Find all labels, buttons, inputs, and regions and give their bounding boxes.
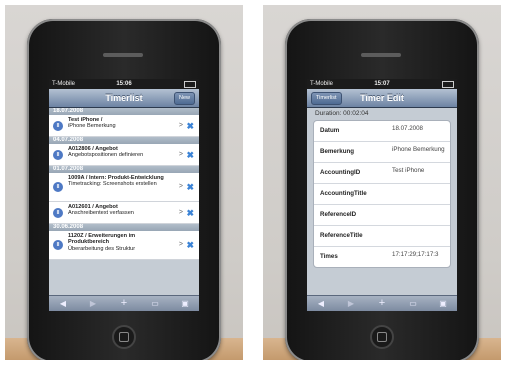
timer-text: A012806 / Angebot Angebotspositionen defi…: [68, 146, 175, 159]
timer-text: Test iPhone / iPhone Bemerkung: [68, 117, 175, 130]
timer-row[interactable]: II 1120Z / Erweiterungen im Produktbereic…: [49, 231, 199, 260]
timer-list: 18.07.2008 II Test iPhone / iPhone Bemerkun…: [49, 108, 199, 260]
back-arrow-icon[interactable]: ◀: [55, 298, 71, 309]
timer-text: 1120Z / Erweiterungen im Produktbereich Ü…: [68, 233, 175, 252]
earpiece-speaker: [103, 53, 143, 57]
field-label: Bemerkung: [320, 148, 355, 155]
timer-subtitle: iPhone Bemerkung: [68, 123, 116, 130]
chevron-right-icon[interactable]: >: [179, 209, 183, 216]
back-arrow-icon[interactable]: ◀: [313, 298, 329, 309]
screen: T-Mobile 15:06 Timerlist New 18.07.2008 I…: [49, 79, 199, 311]
duration-label: Duration: 00:02:04: [315, 110, 369, 117]
field-row[interactable]: AccountingID Test iPhone: [314, 163, 450, 184]
chevron-right-icon[interactable]: >: [179, 183, 183, 190]
timer-subtitle: Überarbeitung des Struktur: [68, 245, 136, 252]
home-button[interactable]: [112, 325, 136, 349]
field-label: ReferenceTitle: [320, 232, 363, 239]
field-value[interactable]: iPhone Bemerkung: [392, 146, 446, 153]
plus-icon[interactable]: +: [116, 298, 132, 309]
forward-arrow-icon[interactable]: ▶: [85, 298, 101, 309]
battery-icon: [442, 81, 454, 88]
timer-text: A012601 / Angebot Anschreibentext verfass…: [68, 204, 175, 217]
field-value[interactable]: 18.07.2008: [392, 125, 446, 132]
pages-icon[interactable]: ▣: [177, 298, 193, 309]
forward-arrow-icon[interactable]: ▶: [343, 298, 359, 309]
earpiece-speaker: [361, 53, 401, 57]
timer-row[interactable]: II A012806 / Angebot Angebotspositionen de…: [49, 144, 199, 166]
timer-row[interactable]: II Test iPhone / iPhone Bemerkung > ✖: [49, 115, 199, 137]
field-value[interactable]: Test iPhone: [392, 167, 446, 174]
field-row[interactable]: AccountingTitle: [314, 184, 450, 205]
section-header-date: 04.07.2008: [49, 137, 199, 144]
section-header-date: 01.07.2008: [49, 166, 199, 173]
delete-icon[interactable]: ✖: [186, 182, 194, 193]
timer-title: 1120Z / Erweiterungen im Produktbereich: [68, 233, 136, 246]
nav-bar: Timerlist New: [49, 89, 199, 108]
iphone-device: T-Mobile 15:06 Timerlist New 18.07.2008 I…: [27, 19, 221, 360]
timer-subtitle: Angebotspositionen definieren: [68, 152, 144, 159]
section-header-date: 30.06.2008: [49, 224, 199, 231]
field-row[interactable]: Times 17:17:29;17:17:3: [314, 247, 450, 267]
field-label: AccountingID: [320, 169, 361, 176]
pause-icon[interactable]: II: [53, 240, 63, 250]
field-value[interactable]: 17:17:29;17:17:3: [392, 251, 446, 258]
pause-icon[interactable]: II: [53, 182, 63, 192]
status-bar: T-Mobile 15:06: [49, 79, 199, 89]
clock: 15:07: [374, 81, 390, 87]
pause-icon[interactable]: II: [53, 120, 63, 131]
plus-icon[interactable]: +: [374, 298, 390, 309]
field-row[interactable]: Bemerkung iPhone Bemerkung: [314, 142, 450, 163]
timer-subtitle: Timetracking: Screenshots erstellen: [68, 181, 157, 188]
bookmarks-icon[interactable]: ▭: [405, 298, 421, 309]
photo-timer-edit: T-Mobile 15:07 Timerlist Timer Edit Dura…: [263, 5, 501, 360]
home-button[interactable]: [370, 325, 394, 349]
safari-toolbar: ◀ ▶ + ▭ ▣: [49, 295, 199, 311]
field-label: AccountingTitle: [320, 190, 367, 197]
timer-row[interactable]: II A012601 / Angebot Anschreibentext verfa…: [49, 202, 199, 224]
delete-icon[interactable]: ✖: [186, 208, 194, 219]
clock: 15:06: [116, 81, 132, 87]
pause-icon[interactable]: II: [53, 207, 63, 218]
bookmarks-icon[interactable]: ▭: [147, 298, 163, 309]
section-header-date: 18.07.2008: [49, 108, 199, 115]
field-label: ReferenceID: [320, 211, 357, 218]
status-bar: T-Mobile 15:07: [307, 79, 457, 89]
field-row[interactable]: Datum 18.07.2008: [314, 121, 450, 142]
field-row[interactable]: ReferenceID: [314, 205, 450, 226]
screen: T-Mobile 15:07 Timerlist Timer Edit Dura…: [307, 79, 457, 311]
nav-bar: Timerlist Timer Edit: [307, 89, 457, 108]
chevron-right-icon[interactable]: >: [179, 241, 183, 248]
pages-icon[interactable]: ▣: [435, 298, 451, 309]
pause-icon[interactable]: II: [53, 149, 63, 160]
timer-text: 1009A / Intern: Produkt-Entwicklung Timet…: [68, 175, 175, 188]
timer-fields: Datum 18.07.2008 Bemerkung iPhone Bemerkung…: [313, 120, 451, 268]
field-label: Datum: [320, 127, 340, 134]
photo-timerlist: T-Mobile 15:06 Timerlist New 18.07.2008 I…: [5, 5, 243, 360]
nav-title: Timer Edit: [360, 93, 404, 103]
delete-icon[interactable]: ✖: [186, 150, 194, 161]
field-row[interactable]: ReferenceTitle: [314, 226, 450, 247]
safari-toolbar: ◀ ▶ + ▭ ▣: [307, 295, 457, 311]
iphone-device: T-Mobile 15:07 Timerlist Timer Edit Dura…: [285, 19, 479, 360]
delete-icon[interactable]: ✖: [186, 121, 194, 132]
timer-subtitle: Anschreibentext verfassen: [68, 210, 134, 217]
battery-icon: [184, 81, 196, 88]
timer-row[interactable]: II 1009A / Intern: Produkt-Entwicklung Tim…: [49, 173, 199, 202]
chevron-right-icon[interactable]: >: [179, 122, 183, 129]
new-button[interactable]: New: [173, 92, 195, 105]
chevron-right-icon[interactable]: >: [179, 151, 183, 158]
delete-icon[interactable]: ✖: [186, 240, 194, 251]
field-label: Times: [320, 253, 338, 260]
